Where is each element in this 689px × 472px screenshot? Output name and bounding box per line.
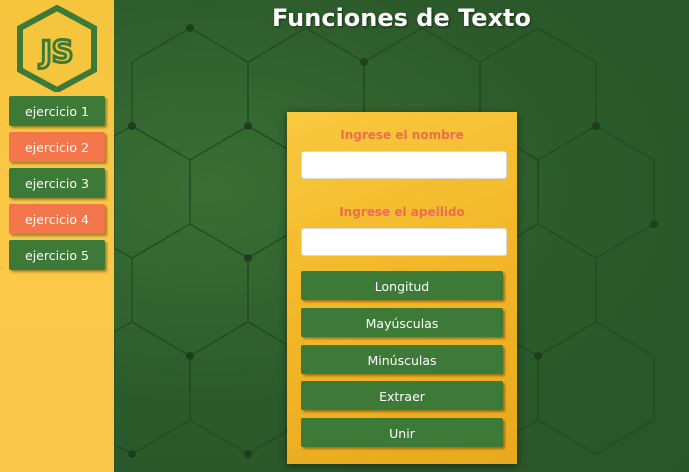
sidebar-item-ejercicio-5[interactable]: ejercicio 5 bbox=[9, 240, 105, 270]
mayusculas-button[interactable]: Mayúsculas bbox=[301, 308, 503, 337]
apellido-input[interactable] bbox=[301, 228, 507, 256]
nodejs-logo-icon: JS bbox=[17, 4, 97, 92]
unir-button[interactable]: Unir bbox=[301, 418, 503, 447]
text-functions-form: Ingrese el nombre Ingrese el apellido Lo… bbox=[287, 112, 517, 464]
sidebar-item-ejercicio-3[interactable]: ejercicio 3 bbox=[9, 168, 105, 198]
nombre-input[interactable] bbox=[301, 151, 507, 179]
nombre-label: Ingrese el nombre bbox=[340, 128, 464, 142]
page-title: Funciones de Texto bbox=[271, 4, 532, 32]
minusculas-button[interactable]: Minúsculas bbox=[301, 345, 503, 374]
apellido-label: Ingrese el apellido bbox=[339, 205, 465, 219]
sidebar: JS ejercicio 1 ejercicio 2 ejercicio 3 e… bbox=[0, 0, 114, 472]
longitud-button[interactable]: Longitud bbox=[301, 271, 503, 300]
extraer-button[interactable]: Extraer bbox=[301, 381, 503, 410]
sidebar-item-ejercicio-1[interactable]: ejercicio 1 bbox=[9, 96, 105, 126]
sidebar-item-ejercicio-2[interactable]: ejercicio 2 bbox=[9, 132, 105, 162]
logo-text: JS bbox=[39, 35, 74, 70]
sidebar-item-ejercicio-4[interactable]: ejercicio 4 bbox=[9, 204, 105, 234]
